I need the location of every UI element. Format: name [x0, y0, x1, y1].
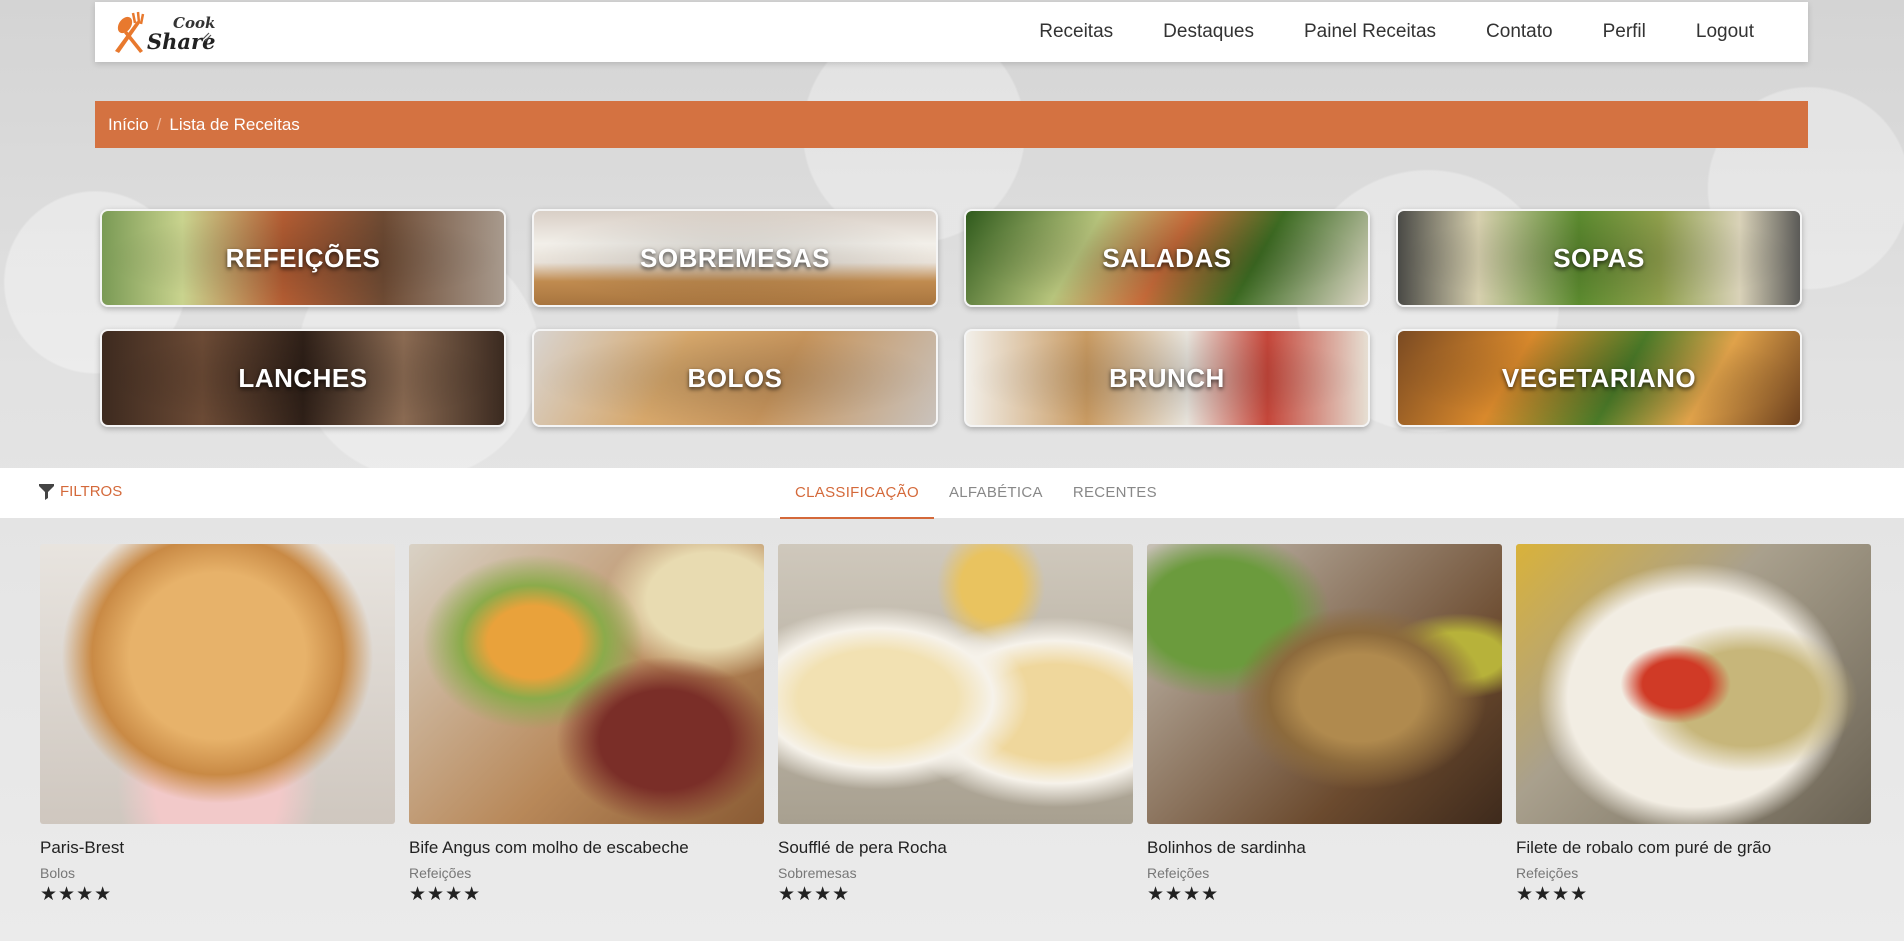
recipe-card[interactable]: Filete de robalo com puré de grão Refeiç… — [1516, 544, 1871, 904]
recipe-title[interactable]: Paris-Brest — [40, 838, 395, 858]
category-label: BRUNCH — [1109, 362, 1225, 393]
recipe-image[interactable] — [1147, 544, 1502, 824]
recipe-card[interactable]: Bolinhos de sardinha Refeições ★ ★ ★ ★ — [1147, 544, 1502, 904]
star-icon: ★ — [58, 883, 76, 905]
category-label: REFEIÇÕES — [225, 242, 381, 273]
star-icon: ★ — [409, 883, 427, 905]
filter-icon — [39, 483, 54, 500]
star-icon: ★ — [427, 883, 445, 905]
recipe-grid: Paris-Brest Bolos ★ ★ ★ ★ Bife Angus com mo… — [40, 544, 1871, 904]
star-icon: ★ — [445, 883, 463, 905]
star-icon: ★ — [778, 883, 796, 905]
filters-label: FILTROS — [60, 483, 123, 500]
breadcrumb-home[interactable]: Início — [108, 115, 149, 135]
star-icon: ★ — [796, 883, 814, 905]
recipe-image[interactable] — [778, 544, 1133, 824]
category-sobremesas[interactable]: SOBREMESAS — [532, 209, 938, 307]
recipe-title[interactable]: Filete de robalo com puré de grão — [1516, 838, 1871, 858]
star-icon: ★ — [463, 883, 481, 905]
category-label: SALADAS — [1102, 242, 1232, 273]
star-icon: ★ — [1516, 883, 1534, 905]
nav-item-perfil[interactable]: Perfil — [1603, 21, 1646, 43]
star-icon: ★ — [1201, 883, 1219, 905]
nav-item-logout[interactable]: Logout — [1696, 21, 1754, 43]
star-icon: ★ — [40, 883, 58, 905]
recipe-rating: ★ ★ ★ ★ — [778, 885, 1133, 904]
recipe-rating: ★ ★ ★ ★ — [409, 885, 764, 904]
nav-item-painel-receitas[interactable]: Painel Receitas — [1304, 21, 1436, 43]
category-bolos[interactable]: BOLOS — [532, 329, 938, 427]
recipe-image[interactable] — [40, 544, 395, 824]
nav-item-receitas[interactable]: Receitas — [1039, 21, 1113, 43]
recipe-rating: ★ ★ ★ ★ — [1147, 885, 1502, 904]
filter-bar: FILTROS CLASSIFICAÇÃO ALFABÉTICA RECENTE… — [0, 468, 1904, 519]
recipe-card[interactable]: Paris-Brest Bolos ★ ★ ★ ★ — [40, 544, 395, 904]
category-label: SOBREMESAS — [640, 242, 830, 273]
top-navbar: Cook Share Receitas Destaques Painel Rec… — [95, 2, 1808, 62]
tab-alfabetica[interactable]: ALFABÉTICA — [934, 468, 1058, 519]
svg-text:Share: Share — [147, 29, 215, 54]
sort-tabs: CLASSIFICAÇÃO ALFABÉTICA RECENTES — [780, 468, 1172, 519]
star-icon: ★ — [1183, 883, 1201, 905]
category-vegetariano[interactable]: VEGETARIANO — [1396, 329, 1802, 427]
category-lanches[interactable]: LANCHES — [100, 329, 506, 427]
recipe-image[interactable] — [409, 544, 764, 824]
recipe-title[interactable]: Soufflé de pera Rocha — [778, 838, 1133, 858]
recipe-card[interactable]: Soufflé de pera Rocha Sobremesas ★ ★ ★ ★ — [778, 544, 1133, 904]
star-icon: ★ — [1552, 883, 1570, 905]
recipe-category: Bolos — [40, 865, 76, 881]
cookshare-logo-icon: Cook Share — [115, 11, 215, 54]
tab-classificacao[interactable]: CLASSIFICAÇÃO — [780, 468, 934, 519]
star-icon: ★ — [94, 883, 112, 905]
category-brunch[interactable]: BRUNCH — [964, 329, 1370, 427]
recipe-title[interactable]: Bolinhos de sardinha — [1147, 838, 1502, 858]
nav-item-contato[interactable]: Contato — [1486, 21, 1553, 43]
category-label: SOPAS — [1553, 242, 1645, 273]
recipe-card[interactable]: Bife Angus com molho de escabeche Refeiç… — [409, 544, 764, 904]
category-label: LANCHES — [238, 362, 368, 393]
recipe-category: Refeições — [409, 865, 472, 881]
recipe-image[interactable] — [1516, 544, 1871, 824]
recipe-category: Refeições — [1147, 865, 1210, 881]
breadcrumb-current: Lista de Receitas — [169, 114, 300, 134]
category-saladas[interactable]: SALADAS — [964, 209, 1370, 307]
category-label: VEGETARIANO — [1501, 362, 1697, 393]
tab-recentes[interactable]: RECENTES — [1058, 468, 1172, 519]
recipe-category: Sobremesas — [778, 865, 857, 881]
filters-button[interactable]: FILTROS — [39, 483, 122, 500]
category-grid: REFEIÇÕES SOBREMESAS SALADAS SOPAS LANCH… — [100, 209, 1803, 427]
star-icon: ★ — [1534, 883, 1552, 905]
star-icon: ★ — [1147, 883, 1165, 905]
category-refeicoes[interactable]: REFEIÇÕES — [100, 209, 506, 307]
star-icon: ★ — [76, 883, 94, 905]
category-sopas[interactable]: SOPAS — [1396, 209, 1802, 307]
main-nav: Receitas Destaques Painel Receitas Conta… — [1039, 21, 1754, 43]
recipe-title[interactable]: Bife Angus com molho de escabeche — [409, 838, 764, 858]
star-icon: ★ — [832, 883, 850, 905]
breadcrumb-separator: / — [156, 114, 162, 134]
logo[interactable]: Cook Share — [107, 7, 217, 57]
recipe-rating: ★ ★ ★ ★ — [40, 885, 395, 904]
recipe-rating: ★ ★ ★ ★ — [1516, 885, 1871, 904]
star-icon: ★ — [814, 883, 832, 905]
star-icon: ★ — [1165, 883, 1183, 905]
nav-item-destaques[interactable]: Destaques — [1163, 21, 1254, 43]
category-label: BOLOS — [687, 362, 783, 393]
recipe-category: Refeições — [1516, 865, 1579, 881]
star-icon: ★ — [1570, 883, 1588, 905]
breadcrumb: Início / Lista de Receitas — [95, 101, 1808, 148]
